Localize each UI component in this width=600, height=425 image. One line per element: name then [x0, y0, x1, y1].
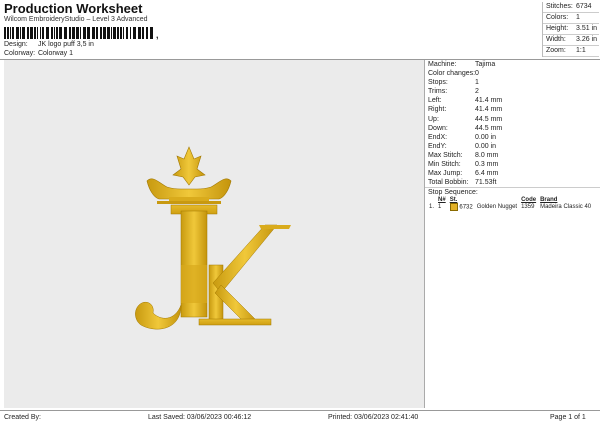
row-n: 1 [438, 204, 442, 211]
row-st: 6732 [448, 203, 475, 212]
footer-page: Page 1 of 1 [550, 414, 586, 421]
colorway-label: Colorway: [4, 50, 36, 57]
letter-k-shape [198, 224, 291, 326]
design-value: JK logo puff 3,5 in [37, 41, 94, 48]
worksheet-title: Production Worksheet [4, 1, 143, 16]
stop-sequence-heading: Stop Sequence: [425, 187, 600, 197]
info-max-jump: Max Jump: 6.4 mm [428, 170, 499, 178]
machine-info-panel: Machine: Tajima Color changes: 0 Stops: 1 T… [424, 60, 600, 408]
row-num: 1. [429, 204, 435, 211]
design-label: Design: [4, 41, 28, 48]
colorway-row: Colorway: Colorway 1 [4, 50, 73, 57]
row-code: 1359 [521, 204, 535, 211]
software-subtitle: Wilcom EmbroideryStudio – Level 3 Advanc… [4, 16, 148, 23]
stat-stitches: Stitches: 6734 [543, 2, 599, 13]
info-endx: EndX: 0.00 in [428, 133, 497, 141]
col-code: Code [521, 197, 537, 204]
info-color-changes: Color changes: 0 [428, 70, 479, 78]
crown-shape [146, 146, 232, 204]
jk-logo-design [135, 146, 291, 330]
stop-sequence-table: N# St. Code Brand 1. 1 6732 Golden Nugge… [427, 197, 593, 212]
info-left: Left: 41.4 mm [428, 97, 503, 105]
stat-zoom: Zoom: 1:1 [543, 46, 599, 57]
info-up: Up: 44.5 mm [428, 115, 503, 123]
info-max-stitch: Max Stitch: 8.0 mm [428, 151, 499, 159]
table-row: 1. 1 6732 Golden Nugget 1359 Madeira Cla… [427, 203, 593, 212]
thread-color-swatch [449, 203, 458, 212]
info-right: Right: 41.4 mm [428, 106, 503, 114]
info-down: Down: 44.5 mm [428, 124, 503, 132]
top-stats-panel: Stitches: 6734 Colors: 1 Height: 3.51 in Wi… [542, 2, 599, 57]
letter-j-shape [135, 204, 218, 330]
barcode-suffix: , [156, 30, 159, 40]
info-machine: Machine: Tajima [428, 61, 496, 68]
row-name: Golden Nugget [476, 204, 518, 211]
info-min-stitch: Min Stitch: 0.3 mm [428, 161, 499, 169]
stat-height: Height: 3.51 in [543, 24, 599, 35]
stat-width: Width: 3.26 in [543, 35, 599, 46]
info-total-bobbin: Total Bobbin: 71.53ft [428, 179, 497, 187]
colorway-value: Colorway 1 [37, 50, 73, 57]
stat-colors: Colors: 1 [543, 13, 599, 24]
col-n: N# [438, 197, 446, 204]
info-trims: Trims: 2 [428, 88, 479, 96]
footer-last-saved: Last Saved: 03/06/2023 00:46:12 [148, 414, 252, 421]
info-stops: Stops: 1 [428, 79, 479, 87]
design-row: Design: JK logo puff 3,5 in [4, 41, 94, 48]
footer-created-by: Created By: [4, 414, 41, 421]
footer-printed: Printed: 03/06/2023 02:41:40 [328, 414, 419, 421]
barcode [4, 27, 153, 39]
row-brand: Madeira Classic 40 [540, 204, 592, 211]
info-endy: EndY: 0.00 in [428, 142, 497, 150]
footer: Created By: Last Saved: 03/06/2023 00:46… [0, 410, 600, 425]
design-preview-canvas [4, 60, 424, 408]
